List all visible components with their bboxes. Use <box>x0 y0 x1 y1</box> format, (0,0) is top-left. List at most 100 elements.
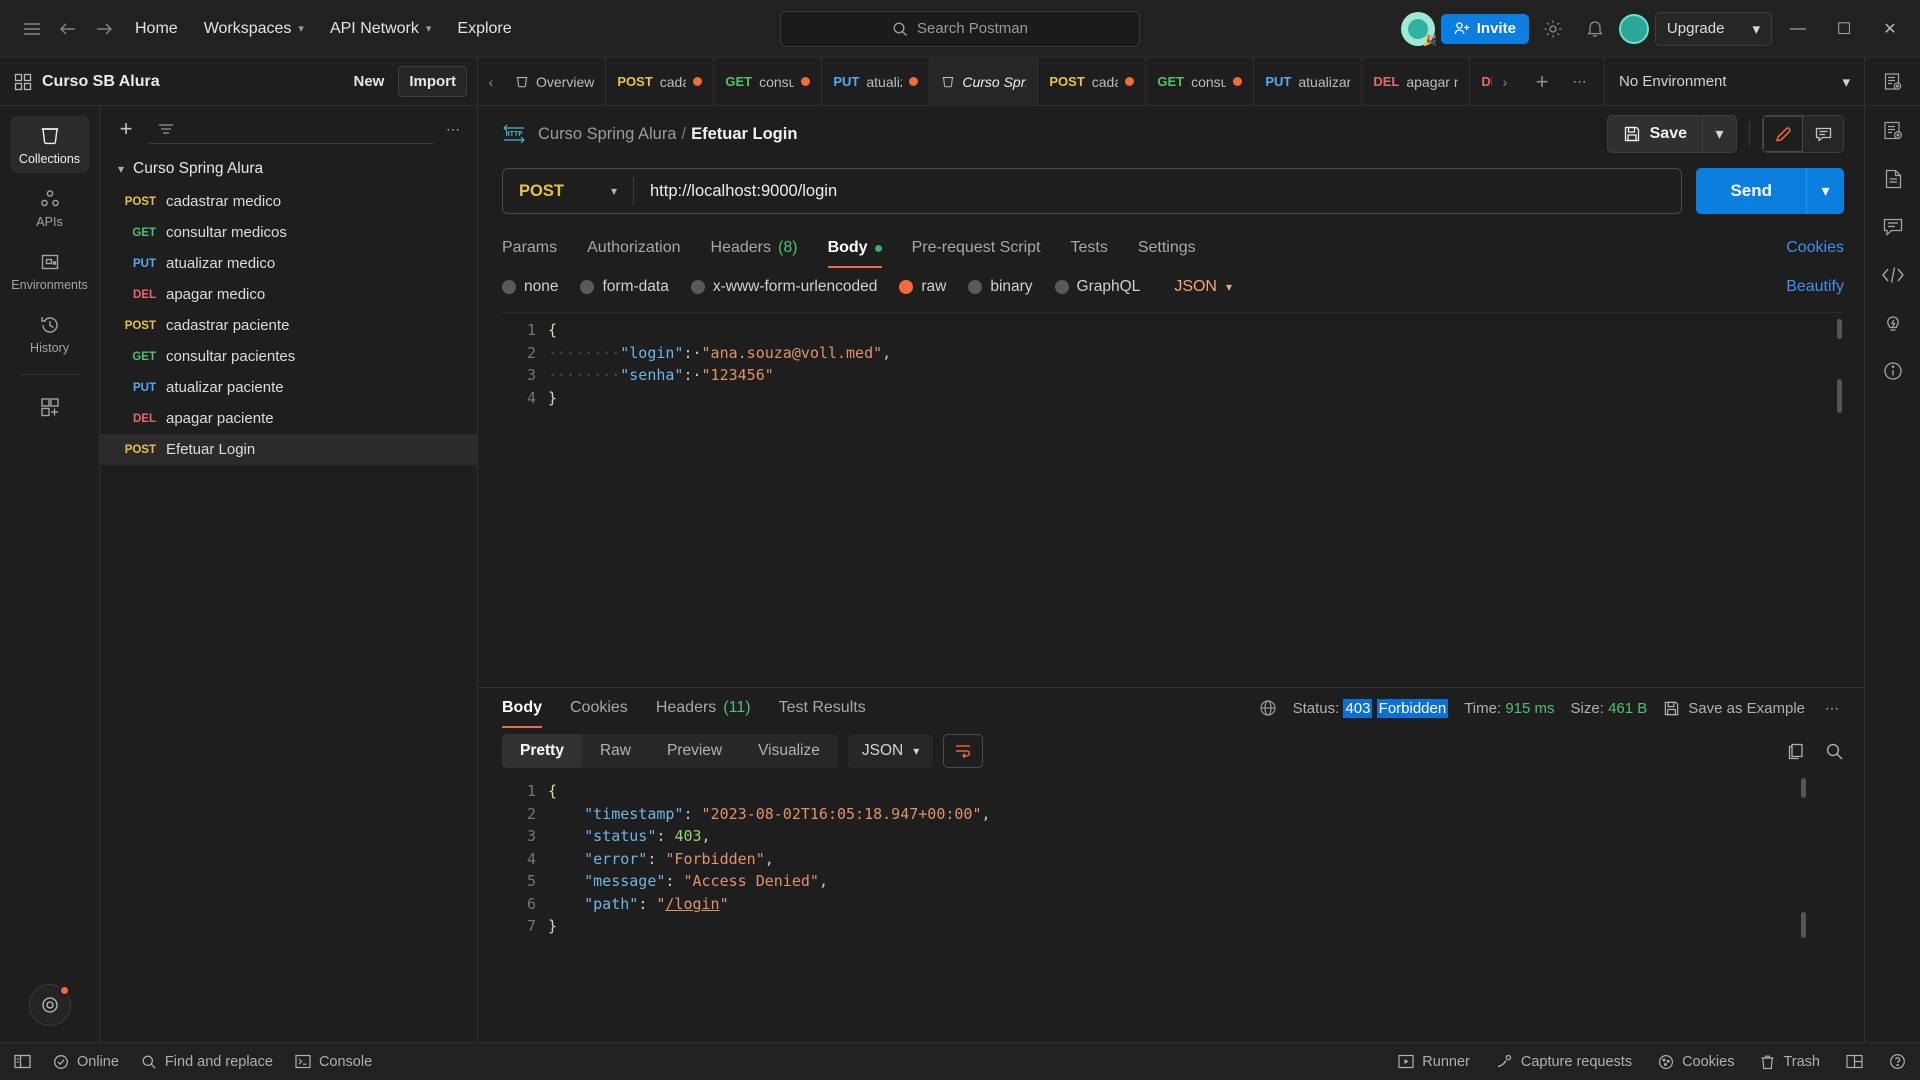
body-format-selector[interactable]: JSON ▾ <box>1174 278 1232 296</box>
online-status[interactable]: Online <box>53 1054 119 1070</box>
documentation-icon[interactable] <box>1882 168 1904 190</box>
body-type-urlencoded[interactable]: x-www-form-urlencoded <box>690 278 877 296</box>
search-input[interactable]: Search Postman <box>780 10 1140 47</box>
postbot-lightbulb-icon[interactable] <box>1882 312 1904 334</box>
sidebar-item-environments[interactable]: Environments <box>11 242 89 299</box>
window-maximize-button[interactable]: ☐ <box>1824 11 1864 47</box>
tabs-scroll-right-icon[interactable]: › <box>1492 58 1518 105</box>
body-type-graphql[interactable]: GraphQL <box>1054 278 1140 296</box>
request-editor-scrollbar-top[interactable] <box>1837 319 1842 339</box>
request-body-editor[interactable]: 1{2 ········"login":·"ana.souza@voll.med"… <box>502 312 1844 687</box>
list-item[interactable]: GET consultar medicos <box>100 217 477 248</box>
edit-pencil-icon[interactable] <box>1763 116 1803 152</box>
nav-workspaces[interactable]: Workspaces ▾ <box>191 13 317 45</box>
body-type-raw[interactable]: raw <box>899 278 946 296</box>
sidebar-create-new-icon[interactable]: + <box>112 116 140 142</box>
sidebar-filter-input[interactable] <box>148 114 434 144</box>
response-format-selector[interactable]: JSON ▾ <box>847 734 934 768</box>
list-item[interactable]: PUT atualizar paciente <box>100 372 477 403</box>
open-tab[interactable]: GET consultar medicos <box>714 58 823 105</box>
sidebar-item-add-blocks[interactable] <box>11 387 89 425</box>
response-more-icon[interactable]: ⋯ <box>1821 700 1844 717</box>
list-item[interactable]: POST cadastrar paciente <box>100 310 477 341</box>
new-tab-plus-icon[interactable]: + <box>1524 64 1560 100</box>
sidebar-item-history[interactable]: History <box>11 305 89 362</box>
settings-gear-icon[interactable] <box>1535 11 1571 47</box>
new-button[interactable]: New <box>343 67 394 96</box>
tabs-scroll-left-icon[interactable]: ‹ <box>478 58 504 105</box>
wrap-lines-toggle[interactable] <box>943 734 984 768</box>
nav-api-network[interactable]: API Network ▾ <box>317 13 444 45</box>
tab-authorization[interactable]: Authorization <box>587 228 680 268</box>
tab-params[interactable]: Params <box>502 228 557 268</box>
two-pane-layout-icon[interactable] <box>1846 1054 1863 1069</box>
open-tab[interactable]: POST cadastrar medico <box>606 58 715 105</box>
find-and-replace-button[interactable]: Find and replace <box>141 1054 273 1070</box>
sidebar-item-collections[interactable]: Collections <box>10 116 89 173</box>
open-tab[interactable]: DELapagar paciente <box>1470 58 1492 105</box>
method-selector[interactable]: POST ▾ <box>503 182 633 201</box>
beautify-link[interactable]: Beautify <box>1786 278 1844 296</box>
import-button[interactable]: Import <box>398 66 467 97</box>
search-icon[interactable] <box>1825 742 1844 761</box>
open-tab[interactable]: Curso Spring Alura <box>930 58 1039 105</box>
response-tab-body[interactable]: Body <box>502 688 542 728</box>
code-snippet-icon[interactable] <box>1881 264 1905 286</box>
list-item[interactable]: POST cadastrar medico <box>100 186 477 217</box>
open-tab[interactable]: GET consultar pacientes <box>1146 58 1255 105</box>
back-arrow-icon[interactable] <box>50 11 86 47</box>
view-mode-pretty[interactable]: Pretty <box>502 734 582 768</box>
body-type-none[interactable]: none <box>502 278 558 296</box>
help-icon[interactable] <box>1889 1053 1906 1070</box>
open-tab[interactable]: DEL apagar medico <box>1362 58 1471 105</box>
url-input[interactable]: http://localhost:9000/login <box>634 182 837 201</box>
tab-pre-request-script[interactable]: Pre-request Script <box>912 228 1041 268</box>
tab-body[interactable]: Body <box>827 228 882 268</box>
invite-button[interactable]: Invite <box>1440 13 1529 44</box>
save-options-caret[interactable]: ▾ <box>1703 115 1737 153</box>
console-button[interactable]: Console <box>295 1054 372 1070</box>
window-minimize-button[interactable]: — <box>1778 11 1818 47</box>
capture-requests-button[interactable]: Capture requests <box>1496 1054 1632 1070</box>
comments-icon[interactable] <box>1803 116 1843 152</box>
tab-headers[interactable]: Headers (8) <box>711 228 798 268</box>
save-as-example-button[interactable]: Save as Example <box>1663 700 1805 717</box>
response-scrollbar[interactable] <box>1801 912 1806 938</box>
cookies-button[interactable]: Cookies <box>1658 1054 1734 1070</box>
body-type-form-data[interactable]: form-data <box>580 278 669 296</box>
tab-settings[interactable]: Settings <box>1138 228 1196 268</box>
postbot-button[interactable] <box>28 984 71 1026</box>
cookies-link[interactable]: Cookies <box>1786 239 1844 257</box>
environment-selector[interactable]: No Environment ▾ <box>1604 58 1864 105</box>
tab-tests[interactable]: Tests <box>1071 228 1108 268</box>
runner-button[interactable]: Runner <box>1398 1054 1470 1070</box>
environment-quicklook-icon[interactable] <box>1864 58 1920 105</box>
sidebar-more-icon[interactable]: ⋯ <box>442 121 465 138</box>
send-options-caret[interactable]: ▾ <box>1806 168 1844 214</box>
request-editor-scrollbar[interactable] <box>1837 379 1842 413</box>
team-avatar[interactable]: 🎉 <box>1400 11 1437 47</box>
breadcrumb-collection[interactable]: Curso Spring Alura <box>538 125 677 143</box>
collection-header[interactable]: ▾ Curso Spring Alura <box>100 152 477 186</box>
list-item[interactable]: GET consultar pacientes <box>100 341 477 372</box>
list-item[interactable]: DEL apagar paciente <box>100 403 477 434</box>
copy-icon[interactable] <box>1786 742 1805 761</box>
open-tab[interactable]: Overview <box>504 58 607 105</box>
nav-home[interactable]: Home <box>122 13 191 45</box>
comments-icon[interactable] <box>1882 216 1904 238</box>
list-item[interactable]: PUT atualizar medico <box>100 248 477 279</box>
environment-quicklook-icon[interactable] <box>1882 120 1904 142</box>
toggle-sidebar-icon[interactable] <box>14 1054 31 1069</box>
list-item[interactable]: DEL apagar medico <box>100 279 477 310</box>
view-mode-raw[interactable]: Raw <box>582 734 649 768</box>
sidebar-item-apis[interactable]: APIs <box>11 179 89 236</box>
response-tab-headers[interactable]: Headers (11) <box>656 688 751 728</box>
trash-button[interactable]: Trash <box>1760 1054 1820 1070</box>
upgrade-button[interactable]: Upgrade ▾ <box>1654 11 1772 46</box>
open-tab[interactable]: PUT atualizar paciente <box>1254 58 1363 105</box>
body-type-binary[interactable]: binary <box>968 278 1033 296</box>
forward-arrow-icon[interactable] <box>86 11 122 47</box>
view-mode-preview[interactable]: Preview <box>649 734 740 768</box>
response-tab-test-results[interactable]: Test Results <box>779 688 866 728</box>
send-button[interactable]: Send <box>1696 168 1806 214</box>
